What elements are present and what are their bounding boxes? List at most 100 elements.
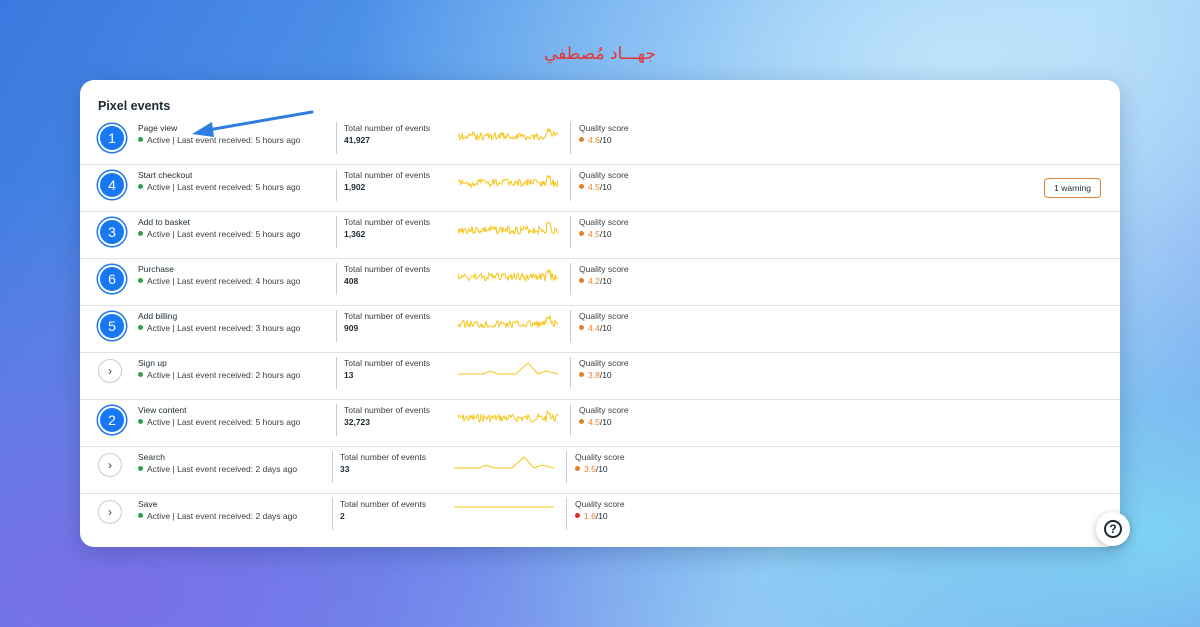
event-status-text: Active | Last event received: 2 days ago [147, 464, 298, 474]
total-events-value: 33 [340, 464, 350, 474]
quality-score-label: Quality score [579, 405, 629, 415]
quality-dot [579, 137, 584, 142]
expand-chevron-button[interactable]: › [98, 500, 122, 524]
column-divider [566, 451, 567, 483]
quality-score-value: 4.6/10 [579, 135, 612, 145]
event-row[interactable]: 6 Purchase Active | Last event received:… [80, 259, 1120, 306]
event-status: Active | Last event received: 5 hours ag… [138, 182, 300, 192]
quality-dot [579, 419, 584, 424]
total-events-label: Total number of events [344, 358, 430, 368]
event-name[interactable]: Add billing [138, 311, 177, 321]
quality-score-value: 4.5/10 [579, 417, 612, 427]
event-status-text: Active | Last event received: 3 hours ag… [147, 323, 301, 333]
event-row[interactable]: 5 Add billing Active | Last event receiv… [80, 306, 1120, 353]
column-divider [332, 498, 333, 530]
card-title: Pixel events [98, 99, 171, 113]
column-divider [570, 310, 571, 342]
event-number-badge: 5 [98, 312, 126, 340]
quality-dot [579, 325, 584, 330]
quality-dot [575, 513, 580, 518]
event-sparkline [458, 126, 558, 142]
event-number-badge: 1 [98, 124, 126, 152]
total-events-label: Total number of events [340, 452, 426, 462]
event-sparkline [458, 268, 558, 283]
quality-score-label: Quality score [579, 170, 629, 180]
event-sparkline [458, 221, 558, 236]
help-button[interactable]: ? [1096, 512, 1130, 546]
event-status-text: Active | Last event received: 5 hours ag… [147, 182, 301, 192]
active-status-dot [138, 513, 143, 518]
event-row[interactable]: 2 View content Active | Last event recei… [80, 400, 1120, 447]
quality-score-max: /10 [599, 370, 612, 380]
quality-score-number: 3.5 [584, 464, 596, 474]
event-name[interactable]: Search [138, 452, 165, 462]
event-name[interactable]: Page view [138, 123, 177, 133]
total-events-label: Total number of events [340, 499, 426, 509]
total-events-value: 909 [344, 323, 359, 333]
quality-score-number: 3.8 [588, 370, 600, 380]
event-name[interactable]: Add to basket [138, 217, 190, 227]
event-number-badge: 4 [98, 171, 126, 199]
event-row[interactable]: › Search Active | Last event received: 2… [80, 447, 1120, 494]
column-divider [336, 404, 337, 436]
event-number-badge: 2 [98, 406, 126, 434]
event-row[interactable]: 4 Start checkout Active | Last event rec… [80, 165, 1120, 212]
active-status-dot [138, 184, 143, 189]
help-icon: ? [1104, 520, 1122, 538]
total-events-label: Total number of events [344, 170, 430, 180]
event-list: 1 Page view Active | Last event received… [80, 118, 1120, 541]
quality-score-number: 4.6 [588, 135, 600, 145]
total-events-label: Total number of events [344, 405, 430, 415]
quality-score-label: Quality score [579, 217, 629, 227]
column-divider [336, 216, 337, 248]
quality-score-max: /10 [599, 182, 612, 192]
event-status: Active | Last event received: 5 hours ag… [138, 229, 300, 239]
event-name[interactable]: Start checkout [138, 170, 192, 180]
active-status-dot [138, 231, 143, 236]
quality-score-number: 4.5 [588, 229, 600, 239]
column-divider [336, 169, 337, 201]
chevron-right-icon: › [108, 505, 112, 519]
quality-score-label: Quality score [579, 311, 629, 321]
quality-dot [575, 466, 580, 471]
column-divider [332, 451, 333, 483]
event-row[interactable]: 3 Add to basket Active | Last event rece… [80, 212, 1120, 259]
column-divider [570, 216, 571, 248]
total-events-value: 408 [344, 276, 359, 286]
event-status: Active | Last event received: 4 hours ag… [138, 276, 300, 286]
watermark-signature: جهـــاد مُصطفي [543, 44, 656, 64]
event-name[interactable]: Save [138, 499, 157, 509]
event-status-text: Active | Last event received: 5 hours ag… [147, 417, 301, 427]
active-status-dot [138, 372, 143, 377]
quality-score-max: /10 [595, 511, 608, 521]
expand-chevron-button[interactable]: › [98, 359, 122, 383]
expand-chevron-button[interactable]: › [98, 453, 122, 477]
event-name[interactable]: View content [138, 405, 187, 415]
quality-score-number: 4.2 [588, 276, 600, 286]
quality-score-max: /10 [599, 323, 612, 333]
quality-score-value: 4.2/10 [579, 276, 612, 286]
event-status: Active | Last event received: 3 hours ag… [138, 323, 300, 333]
warning-button[interactable]: 1 warning [1044, 178, 1101, 198]
active-status-dot [138, 137, 143, 142]
quality-score-max: /10 [599, 229, 612, 239]
event-number-badge: 6 [98, 265, 126, 293]
quality-score-label: Quality score [575, 499, 625, 509]
column-divider [570, 404, 571, 436]
quality-score-number: 4.5 [588, 417, 600, 427]
event-name[interactable]: Purchase [138, 264, 174, 274]
quality-dot [579, 231, 584, 236]
event-status-text: Active | Last event received: 5 hours ag… [147, 229, 301, 239]
event-name[interactable]: Sign up [138, 358, 167, 368]
quality-score-label: Quality score [579, 358, 629, 368]
column-divider [566, 498, 567, 530]
column-divider [336, 263, 337, 295]
active-status-dot [138, 419, 143, 424]
quality-dot [579, 184, 584, 189]
event-row[interactable]: › Sign up Active | Last event received: … [80, 353, 1120, 400]
event-sparkline [458, 314, 558, 330]
total-events-value: 2 [340, 511, 345, 521]
quality-score-value: 3.8/10 [579, 370, 612, 380]
chevron-right-icon: › [108, 364, 112, 378]
event-row[interactable]: › Save Active | Last event received: 2 d… [80, 494, 1120, 541]
